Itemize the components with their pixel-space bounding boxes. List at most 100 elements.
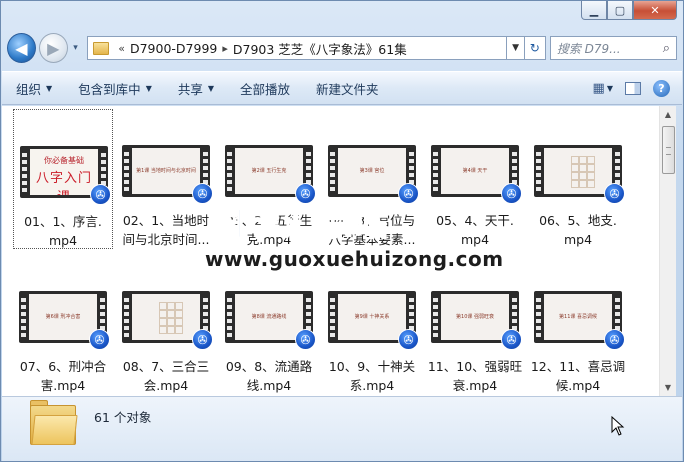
file-name: 07、6、刑冲合 害.mp4 xyxy=(19,359,107,393)
recent-pages-dropdown[interactable]: ▾ xyxy=(70,43,82,53)
frame-caption: 第3课 宫位 xyxy=(359,168,385,174)
minimize-button[interactable]: ▁ xyxy=(581,1,607,20)
file-item[interactable]: 第10课 强弱旺衰 ✇ 11、10、强弱旺 衰.mp4 xyxy=(425,255,525,395)
media-player-icon: ✇ xyxy=(89,329,110,350)
breadcrumb-item-current[interactable]: D7903 芝芝《八字象法》61集 xyxy=(233,39,407,58)
file-item[interactable]: 第8课 流通路线 ✇ 09、8、流通路 线.mp4 xyxy=(219,255,319,395)
folder-icon xyxy=(93,41,110,55)
media-player-icon: ✇ xyxy=(192,329,213,350)
back-arrow-icon: ◀ xyxy=(15,38,28,58)
frame-caption: 第11课 喜忌调候 xyxy=(559,314,597,320)
new-folder-button[interactable]: 新建文件夹 xyxy=(316,79,379,98)
share-menu[interactable]: 共享 ▼ xyxy=(178,79,214,98)
video-frame: 第3课 宫位 xyxy=(338,148,406,194)
forward-arrow-icon: ▶ xyxy=(47,38,60,58)
address-dropdown-button[interactable]: ▼ xyxy=(507,36,525,60)
file-name: 11、10、强弱旺 衰.mp4 xyxy=(427,359,523,393)
refresh-button[interactable]: ↻ xyxy=(524,36,546,60)
frame-caption: 第8课 流通路线 xyxy=(251,314,287,320)
file-name: 01、1、序言. mp4 xyxy=(24,214,102,248)
video-frame: 你必备基础八字入门课 xyxy=(30,149,98,195)
command-bar: 组织 ▼ 包含到库中 ▼ 共享 ▼ 全部播放 新建文件夹 ▦ ▼ ? xyxy=(2,71,682,105)
frame-caption: 第6课 刑冲合害 xyxy=(45,314,81,320)
media-player-icon: ✇ xyxy=(501,329,522,350)
file-name: 06、5、地支. mp4 xyxy=(539,213,617,247)
search-icon[interactable]: ⌕ xyxy=(663,41,670,56)
frame-table xyxy=(159,302,183,334)
video-frame: 第4课 天干 xyxy=(441,148,509,194)
video-frame: 第2课 五行生克 xyxy=(235,148,303,194)
video-frame: 第6课 刑冲合害 xyxy=(29,294,97,340)
media-player-icon: ✇ xyxy=(295,329,316,350)
file-name: 10、9、十神关 系.mp4 xyxy=(328,359,416,393)
chevron-down-icon: ▼ xyxy=(512,43,519,53)
file-item[interactable]: 第1课 当地时间与北京时间 ✇ 02、1、当地时 间与北京时间... xyxy=(116,109,216,249)
file-name: 02、1、当地时 间与北京时间... xyxy=(122,213,210,247)
play-all-label: 全部播放 xyxy=(240,81,291,97)
dropdown-arrow-icon: ▼ xyxy=(207,83,215,93)
minimize-icon: ▁ xyxy=(589,3,599,17)
media-player-icon: ✇ xyxy=(398,183,419,204)
change-view-icon[interactable]: ▦ xyxy=(593,81,605,96)
video-frame: 第8课 流通路线 xyxy=(235,294,303,340)
mouse-cursor-icon xyxy=(611,416,625,436)
navigation-bar: ◀ ▶ ▾ « D7900-D7999 ▸ D7903 芝芝《八字象法》61集 … xyxy=(7,31,677,65)
video-frame: 第9课 十神关系 xyxy=(338,294,406,340)
caption-buttons: ▁ ▢ ✕ xyxy=(581,1,677,20)
file-item[interactable]: 你必备基础八字入门课✇ 01、1、序言. mp4 xyxy=(13,109,113,249)
view-options-arrow-icon[interactable]: ▼ xyxy=(607,84,613,93)
frame-caption: 第1课 当地时间与北京时间 xyxy=(136,168,196,174)
folder-icon xyxy=(30,400,78,445)
frame-caption: 第10课 强弱旺衰 xyxy=(456,314,494,320)
frame-title: 八字入门课 xyxy=(35,171,92,195)
details-pane: 61 个对象 xyxy=(2,396,682,461)
organize-label: 组织 xyxy=(16,81,42,97)
dropdown-arrow-icon: ▼ xyxy=(145,83,152,93)
media-player-icon: ✇ xyxy=(192,183,213,204)
video-frame: 第1课 当地时间与北京时间 xyxy=(132,148,200,194)
scroll-down-arrow-icon[interactable]: ▼ xyxy=(660,379,676,396)
breadcrumb-overflow[interactable]: « xyxy=(118,42,125,55)
breadcrumb-item[interactable]: D7900-D7999 xyxy=(130,41,217,56)
video-frame: 第11课 喜忌调候 xyxy=(544,294,612,340)
frame-caption: 第2课 五行生克 xyxy=(251,168,287,174)
file-item[interactable]: 第4课 天干 ✇ 05、4、天干. mp4 xyxy=(425,109,525,249)
frame-subtitle: 你必备基础 xyxy=(44,156,84,165)
close-button[interactable]: ✕ xyxy=(633,1,677,20)
media-player-icon: ✇ xyxy=(501,183,522,204)
search-placeholder: 搜索 D79... xyxy=(556,41,621,56)
media-player-icon: ✇ xyxy=(604,183,625,204)
media-player-icon: ✇ xyxy=(90,184,111,205)
help-icon[interactable]: ? xyxy=(653,79,670,97)
video-frame xyxy=(132,294,200,340)
file-item[interactable]: 第9课 十神关系 ✇ 10、9、十神关 系.mp4 xyxy=(322,255,422,395)
frame-table xyxy=(571,156,595,188)
item-count: 61 个对象 xyxy=(94,410,152,425)
address-bar[interactable]: « D7900-D7999 ▸ D7903 芝芝《八字象法》61集 xyxy=(87,36,508,60)
file-name: 08、7、三合三 会.mp4 xyxy=(122,359,210,393)
scrollbar-thumb[interactable] xyxy=(662,126,675,174)
maximize-icon: ▢ xyxy=(614,3,626,17)
file-item[interactable]: 第6课 刑冲合害 ✇ 07、6、刑冲合 害.mp4 xyxy=(13,255,113,395)
file-name: 12、11、喜忌调 候.mp4 xyxy=(530,359,626,393)
file-item[interactable]: ✇ 08、7、三合三 会.mp4 xyxy=(116,255,216,395)
organize-menu[interactable]: 组织 ▼ xyxy=(16,79,52,98)
maximize-button[interactable]: ▢ xyxy=(607,1,633,20)
new-folder-label: 新建文件夹 xyxy=(316,81,379,97)
preview-pane-icon[interactable] xyxy=(625,81,641,95)
include-in-library-menu[interactable]: 包含到库中 ▼ xyxy=(78,79,152,98)
explorer-window: ▁ ▢ ✕ ◀ ▶ ▾ « D7900-D7999 ▸ D7903 芝芝《八字象… xyxy=(0,0,684,462)
file-item[interactable]: 第11课 喜忌调候 ✇ 12、11、喜忌调 候.mp4 xyxy=(528,255,628,395)
scroll-up-arrow-icon[interactable]: ▲ xyxy=(660,106,676,123)
search-input[interactable]: 搜索 D79... ⌕ xyxy=(549,36,677,60)
back-button[interactable]: ◀ xyxy=(7,33,36,63)
vertical-scrollbar[interactable]: ▲ ▼ xyxy=(659,106,676,396)
play-all-button[interactable]: 全部播放 xyxy=(240,79,290,98)
breadcrumb-chevron-icon[interactable]: ▸ xyxy=(222,42,228,55)
file-name: 05、4、天干. mp4 xyxy=(436,213,514,247)
file-item[interactable]: ✇ 06、5、地支. mp4 xyxy=(528,109,628,249)
file-name: 09、8、流通路 线.mp4 xyxy=(225,359,313,393)
frame-caption: 第4课 天干 xyxy=(462,168,488,174)
media-player-icon: ✇ xyxy=(398,329,419,350)
forward-button[interactable]: ▶ xyxy=(38,33,68,63)
